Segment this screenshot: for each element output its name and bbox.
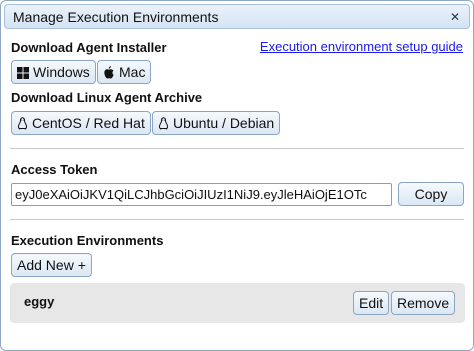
edit-button-label: Edit	[359, 295, 384, 311]
dialog-title: Manage Execution Environments	[13, 9, 219, 25]
add-new-environment-button[interactable]: Add New +	[11, 253, 92, 277]
copy-token-button[interactable]: Copy	[398, 182, 464, 206]
apple-icon	[104, 66, 114, 79]
dialog-titlebar[interactable]: Manage Execution Environments ✕	[4, 4, 470, 29]
divider	[10, 219, 464, 220]
centos-button-label: CentOS / Red Hat	[32, 115, 145, 131]
mac-download-button[interactable]: Mac	[97, 60, 152, 84]
environment-name: eggy	[24, 294, 55, 309]
environment-row: eggy Edit Remove	[10, 283, 465, 323]
centos-download-button[interactable]: CentOS / Red Hat	[11, 111, 151, 135]
windows-download-button[interactable]: Windows	[11, 60, 96, 84]
copy-button-label: Copy	[414, 186, 448, 202]
setup-guide-link[interactable]: Execution environment setup guide	[260, 39, 463, 54]
windows-button-label: Windows	[33, 64, 90, 80]
ubuntu-download-button[interactable]: Ubuntu / Debian	[152, 111, 281, 135]
manage-execution-environments-dialog: Manage Execution Environments ✕ Download…	[0, 0, 474, 351]
remove-environment-button[interactable]: Remove	[391, 291, 456, 315]
access-token-field[interactable]	[11, 183, 392, 206]
remove-button-label: Remove	[397, 295, 450, 311]
linux-penguin-icon	[18, 117, 27, 130]
windows-icon	[17, 67, 29, 79]
mac-button-label: Mac	[119, 64, 146, 80]
agent-installer-heading: Download Agent Installer	[11, 40, 167, 55]
edit-environment-button[interactable]: Edit	[353, 291, 390, 315]
linux-penguin-icon	[159, 117, 168, 130]
access-token-heading: Access Token	[11, 162, 98, 177]
close-icon[interactable]: ✕	[446, 8, 464, 26]
divider	[10, 148, 464, 149]
add-new-button-label: Add New +	[17, 257, 86, 273]
execution-environments-heading: Execution Environments	[11, 233, 164, 248]
ubuntu-button-label: Ubuntu / Debian	[173, 115, 275, 131]
linux-archive-heading: Download Linux Agent Archive	[11, 90, 203, 105]
